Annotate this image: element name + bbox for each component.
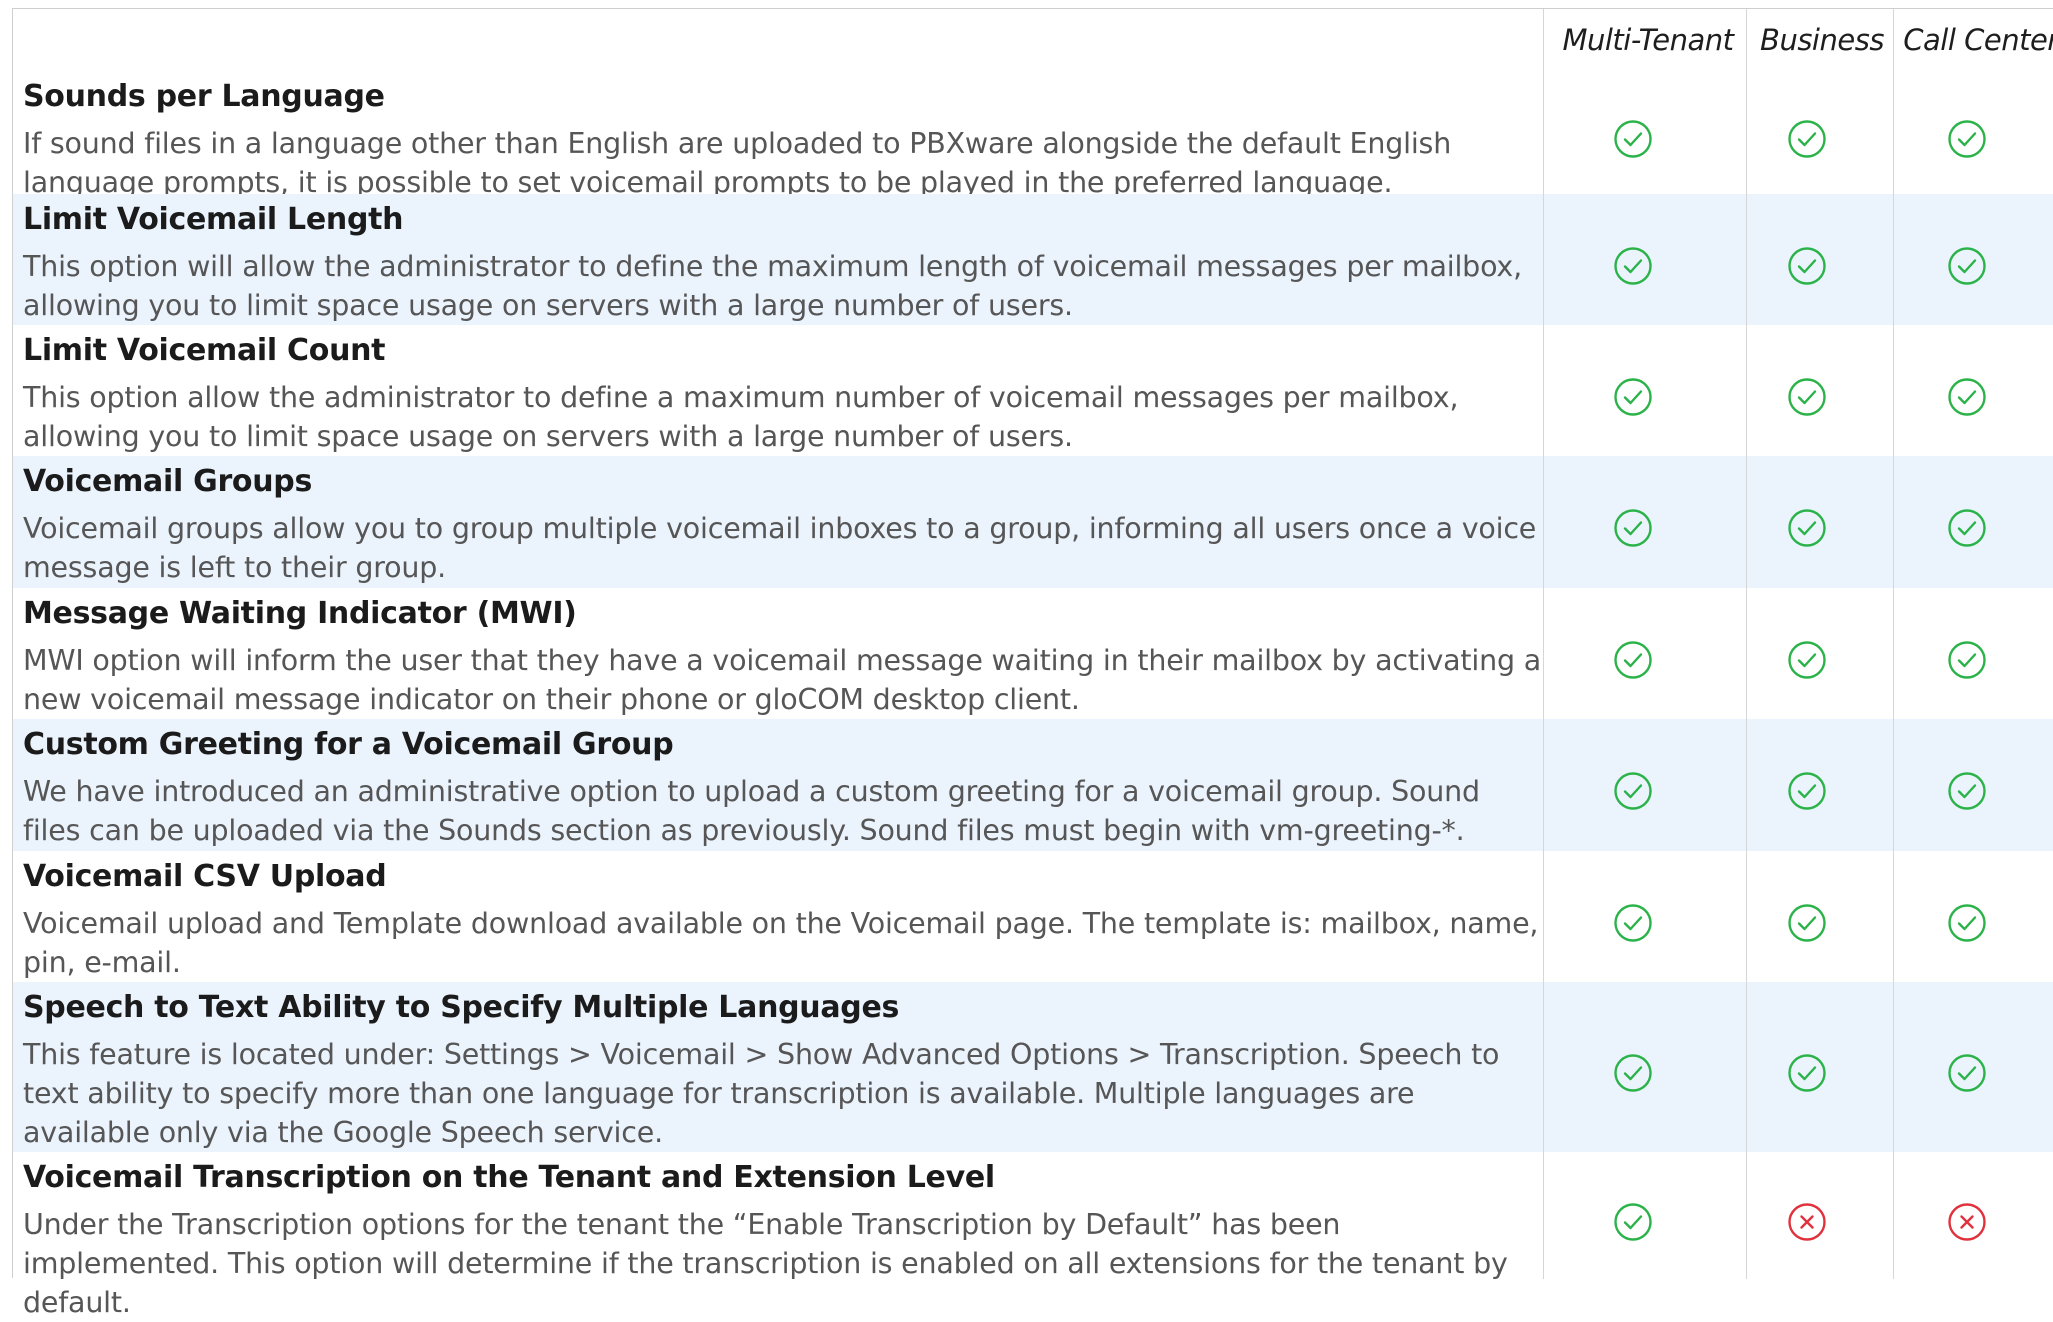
feature-description: Under the Transcription options for the … [23, 1208, 1508, 1319]
check-circle-icon [1613, 119, 1653, 159]
check-circle-icon [1613, 1202, 1653, 1242]
check-circle-icon [1947, 377, 1987, 417]
column-header-business: Business [1760, 23, 1884, 57]
check-circle-icon [1947, 508, 1987, 548]
check-circle-icon [1787, 1053, 1827, 1093]
check-circle-icon [1613, 1053, 1653, 1093]
column-header-multi-tenant: Multi-Tenant [1562, 23, 1734, 57]
feature-title: Custom Greeting for a Voicemail Group [23, 727, 674, 762]
feature-title: Voicemail Groups [23, 464, 313, 499]
check-circle-icon [1947, 640, 1987, 680]
column-divider [1746, 9, 1747, 1279]
feature-title: Message Waiting Indicator (MWI) [23, 596, 577, 631]
check-circle-icon [1787, 640, 1827, 680]
feature-comparison-table: Multi-Tenant Business Call Center Sounds… [12, 8, 2053, 1319]
check-circle-icon [1947, 903, 1987, 943]
column-divider [1893, 9, 1894, 1279]
column-divider [1543, 9, 1544, 1279]
feature-description: This option allow the administrator to d… [23, 381, 1459, 453]
check-circle-icon [1613, 508, 1653, 548]
check-circle-icon [1787, 246, 1827, 286]
feature-title: Voicemail CSV Upload [23, 859, 387, 894]
feature-title: Sounds per Language [23, 79, 385, 114]
check-circle-icon [1613, 771, 1653, 811]
feature-title: Speech to Text Ability to Specify Multip… [23, 990, 900, 1025]
table-row: Voicemail CSV Upload Voicemail upload and… [13, 851, 2053, 982]
check-circle-icon [1787, 771, 1827, 811]
feature-title: Voicemail Transcription on the Tenant an… [23, 1160, 995, 1195]
check-circle-icon [1613, 903, 1653, 943]
check-circle-icon [1947, 246, 1987, 286]
check-circle-icon [1787, 377, 1827, 417]
feature-title: Limit Voicemail Count [23, 333, 386, 368]
check-circle-icon [1947, 771, 1987, 811]
check-circle-icon [1947, 1053, 1987, 1093]
table-row: Limit Voicemail Count This option allow t… [13, 325, 2053, 456]
feature-description: MWI option will inform the user that the… [23, 644, 1542, 716]
feature-title: Limit Voicemail Length [23, 202, 404, 237]
feature-description: Voicemail groups allow you to group mult… [23, 512, 1537, 584]
check-circle-icon [1613, 640, 1653, 680]
table-row: Speech to Text Ability to Specify Multip… [13, 982, 2053, 1152]
check-circle-icon [1787, 508, 1827, 548]
x-circle-icon [1787, 1202, 1827, 1242]
x-circle-icon [1947, 1202, 1987, 1242]
table-row: Voicemail Transcription on the Tenant an… [13, 1152, 2053, 1319]
check-circle-icon [1787, 119, 1827, 159]
feature-description: We have introduced an administrative opt… [23, 775, 1480, 847]
table-row: Custom Greeting for a Voicemail Group We … [13, 719, 2053, 851]
table-row: Voicemail Groups Voicemail groups allow y… [13, 456, 2053, 588]
table-header: Multi-Tenant Business Call Center [13, 9, 2053, 71]
feature-description: If sound files in a language other than … [23, 127, 1452, 199]
check-circle-icon [1947, 119, 1987, 159]
feature-description: This feature is located under: Settings … [23, 1038, 1500, 1149]
table-row: Message Waiting Indicator (MWI) MWI optio… [13, 588, 2053, 719]
check-circle-icon [1613, 246, 1653, 286]
table-row: Limit Voicemail Length This option will a… [13, 194, 2053, 325]
feature-description: Voicemail upload and Template download a… [23, 907, 1539, 979]
check-circle-icon [1787, 903, 1827, 943]
feature-description: This option will allow the administrator… [23, 250, 1522, 322]
column-header-call-center: Call Center [1903, 23, 2053, 57]
table-row: Sounds per Language If sound files in a l… [13, 71, 2053, 199]
check-circle-icon [1613, 377, 1653, 417]
